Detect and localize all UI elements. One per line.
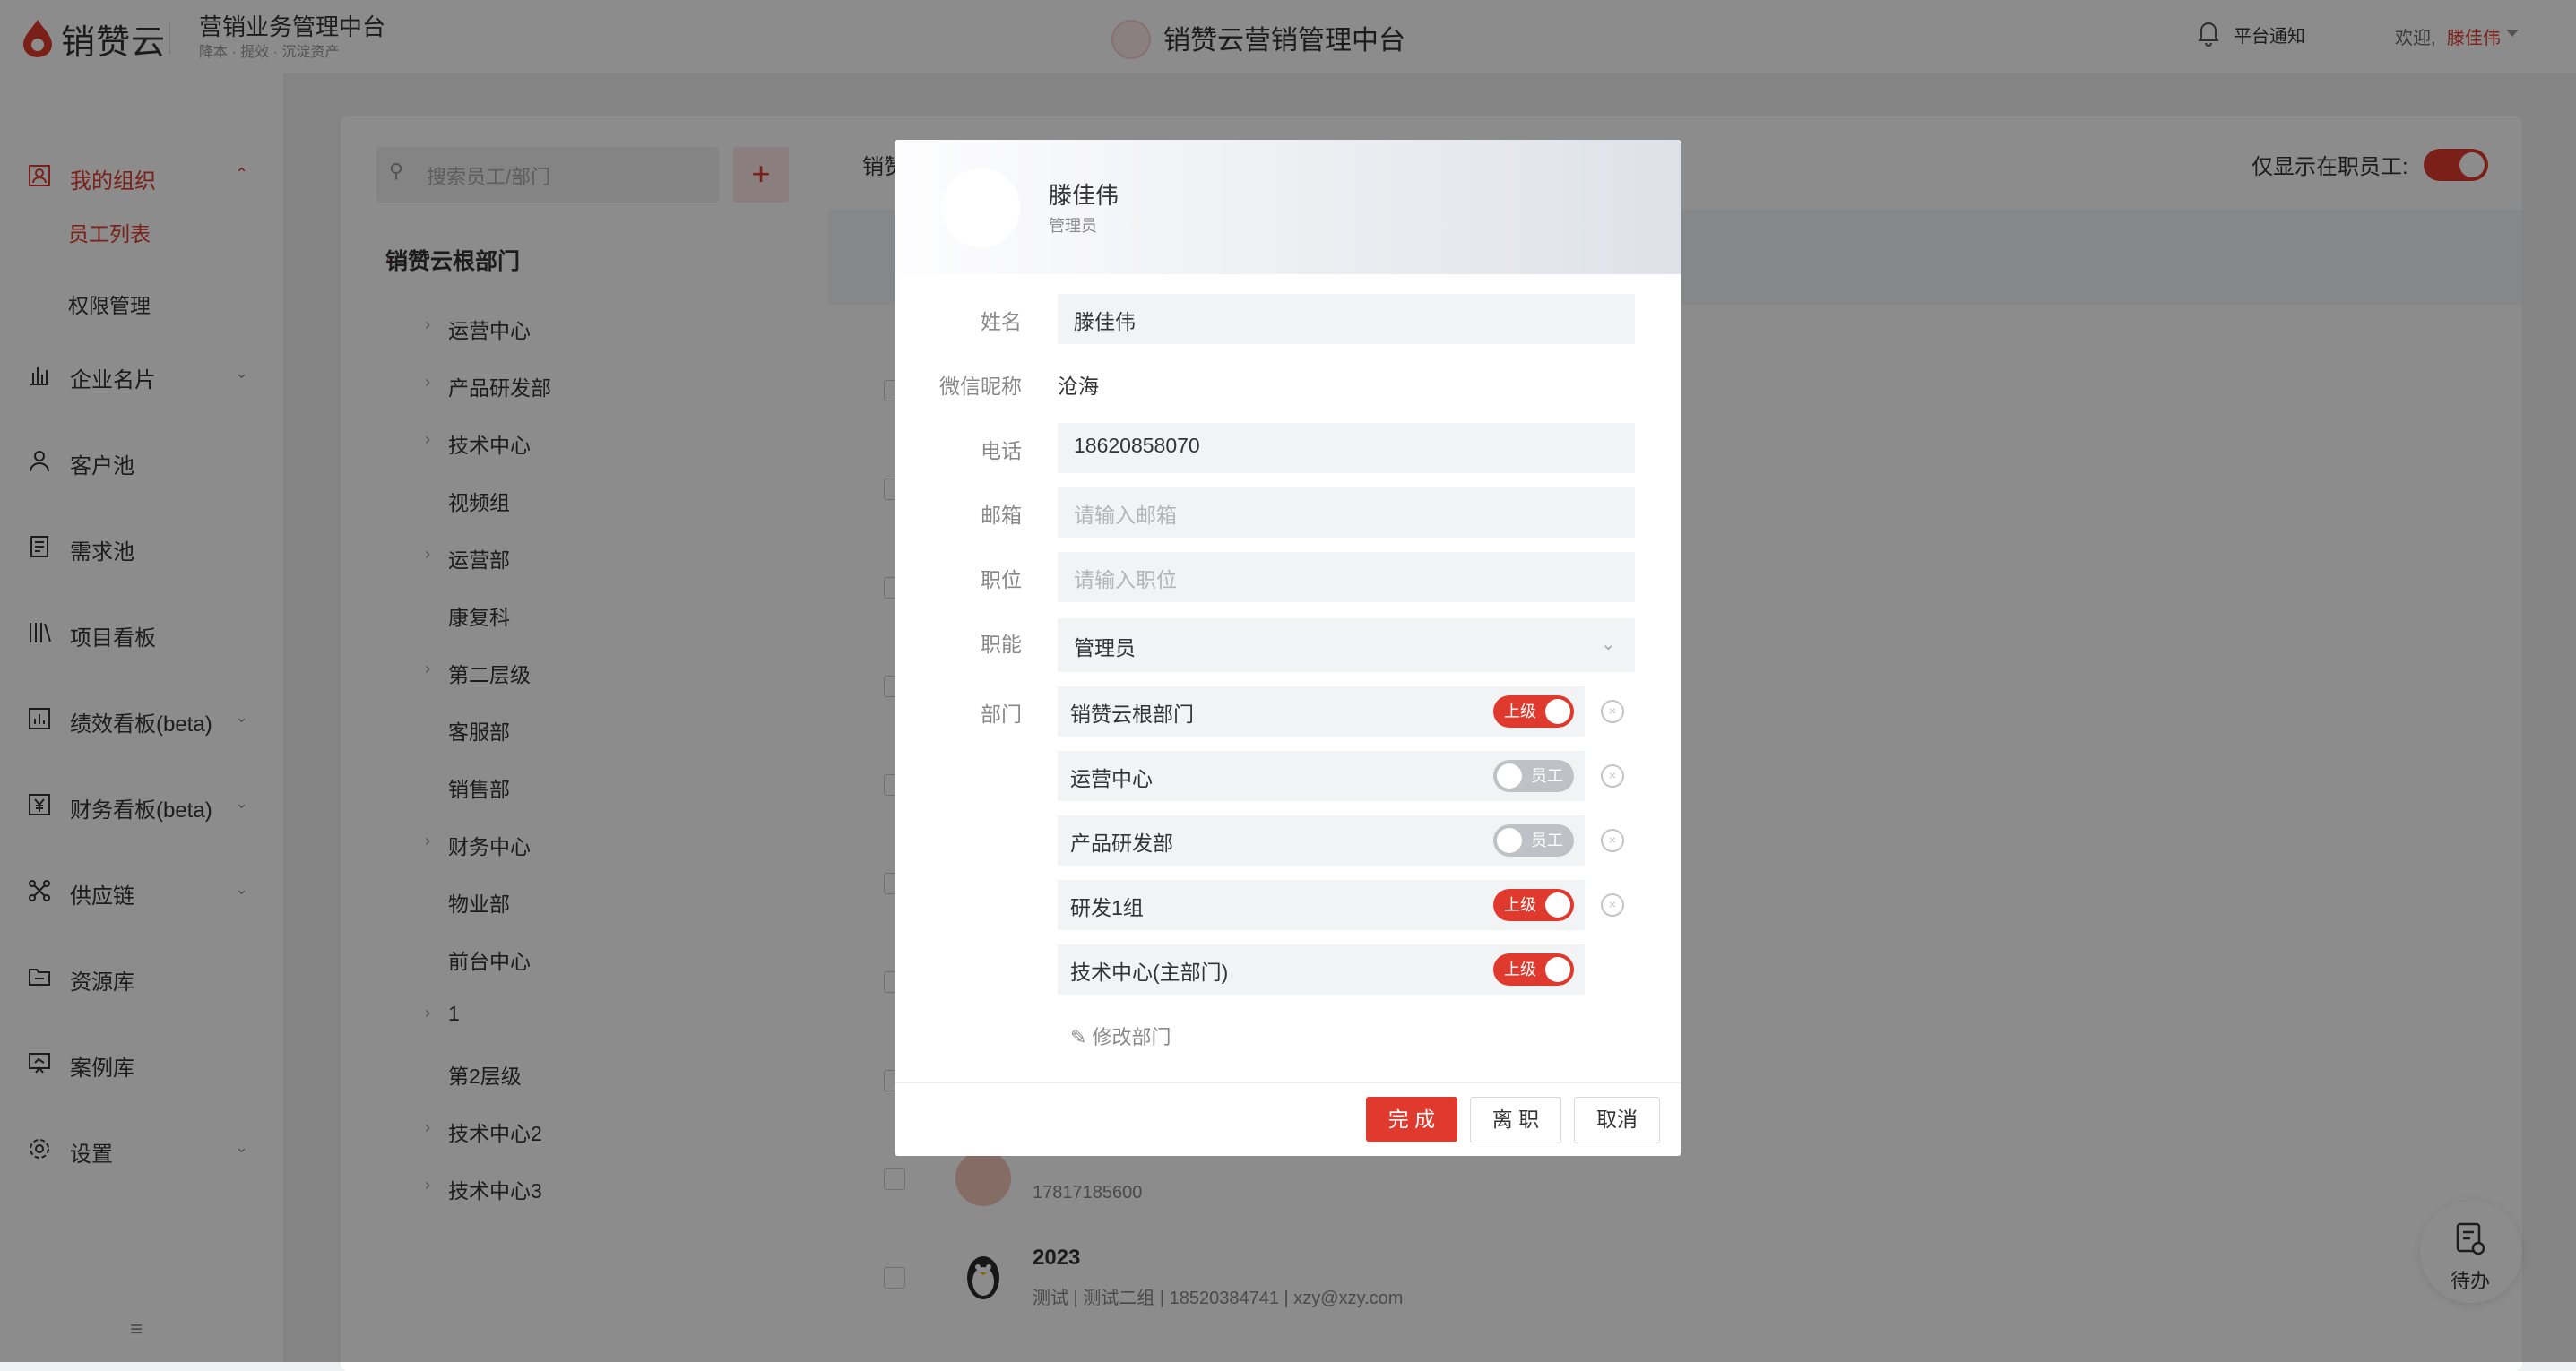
switch-label: 员工 [1531,832,1563,849]
dept-role-switch[interactable]: 上级 [1493,889,1574,921]
name-value: 滕佳伟 [1074,310,1136,333]
modal-footer-divider [895,1082,1681,1083]
dept-role-switch[interactable]: 员工 [1493,824,1574,857]
dept-role-switch[interactable]: 员工 [1493,760,1574,792]
remove-dept-icon[interactable]: × [1601,700,1624,723]
function-value: 管理员 [1074,636,1136,660]
dept-name: 运营中心 [1070,767,1153,790]
field-label: 部门 [981,703,1022,726]
edit-department-link[interactable]: ✎ 修改部门 [1070,1022,1171,1050]
chevron-down-icon: ⌄ [1601,634,1616,654]
switch-knob [1497,828,1522,853]
dept-name: 产品研发部 [1070,832,1173,855]
dept-role-switch[interactable]: 上级 [1493,695,1574,728]
dept-name: 技术中心(主部门) [1070,961,1229,984]
name-field[interactable] [1058,294,1635,344]
done-button[interactable]: 完 成 [1366,1097,1457,1142]
modal-employee-name: 滕佳伟 [1049,182,1119,209]
field-label: 职能 [981,633,1022,656]
modal-employee-role: 管理员 [1049,217,1097,235]
switch-knob [1545,892,1570,918]
field-label: 电话 [981,439,1022,462]
field-label: 姓名 [981,310,1022,333]
remove-dept-icon[interactable]: × [1601,893,1624,917]
edit-employee-modal: 滕佳伟 管理员 姓名 滕佳伟 微信昵称 沧海 电话 18620858070 邮箱… [895,140,1681,1156]
wechat-value: 沧海 [1058,375,1099,398]
remove-dept-icon[interactable]: × [1601,764,1624,788]
switch-knob [1497,763,1522,789]
switch-label: 上级 [1504,896,1536,914]
phone-value: 18620858070 [1074,434,1200,457]
dept-role-switch[interactable]: 上级 [1493,953,1574,986]
function-select[interactable] [1058,618,1635,672]
field-label: 微信昵称 [939,375,1022,398]
field-label: 邮箱 [981,504,1022,527]
switch-label: 上级 [1504,961,1536,979]
edit-department-label: 修改部门 [1092,1026,1171,1048]
remove-dept-icon[interactable]: × [1601,829,1624,852]
switch-knob [1545,957,1570,982]
dept-name: 销赞云根部门 [1070,703,1194,726]
avatar [941,168,1020,247]
switch-knob [1545,699,1570,724]
switch-label: 上级 [1504,703,1536,720]
resign-button[interactable]: 离 职 [1470,1097,1561,1143]
dept-name: 研发1组 [1070,896,1144,919]
field-label: 职位 [981,568,1022,591]
email-placeholder: 请输入邮箱 [1074,504,1177,527]
switch-label: 员工 [1531,767,1563,785]
position-placeholder: 请输入职位 [1074,568,1177,591]
cancel-button[interactable]: 取消 [1574,1097,1660,1143]
